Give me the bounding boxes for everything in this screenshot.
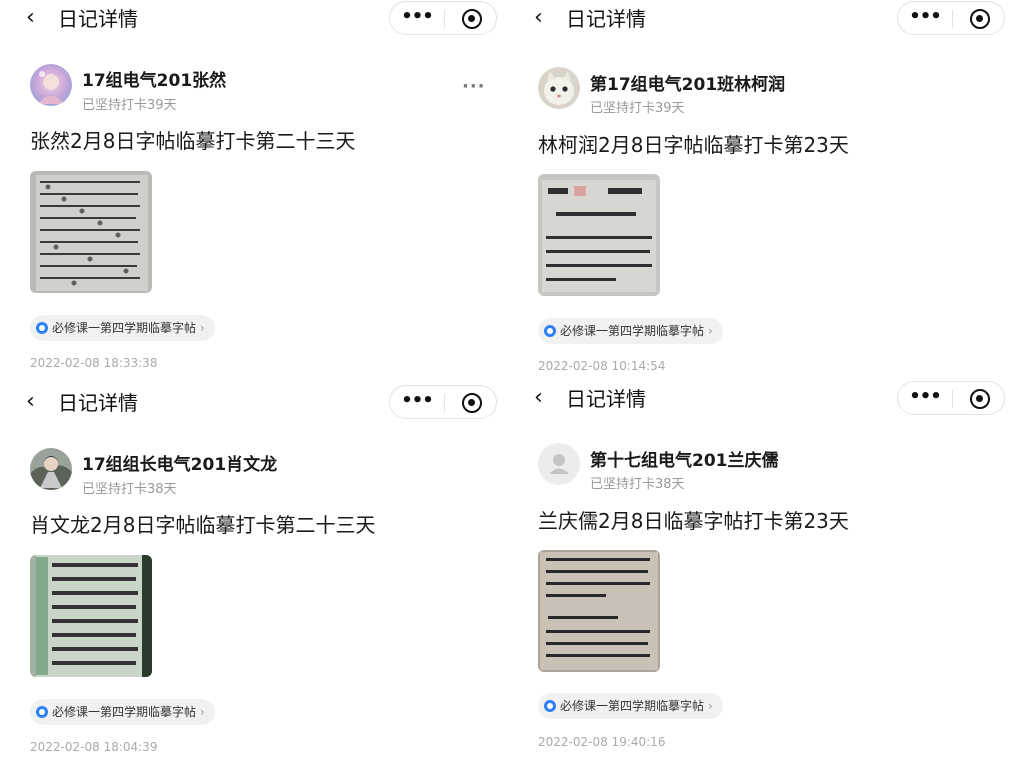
avatar[interactable] [538, 67, 580, 109]
course-tag[interactable]: 必修课一第四学期临摹字帖 › [538, 318, 723, 344]
close-target-icon[interactable] [970, 9, 990, 29]
close-target-icon[interactable] [970, 389, 990, 409]
course-tag-label: 必修课一第四学期临摹字帖 [560, 324, 705, 338]
post-timestamp: 2022-02-08 19:40:16 [538, 735, 666, 749]
close-target-icon[interactable] [462, 9, 482, 29]
streak-text: 已坚持打卡39天 [590, 101, 685, 116]
mini-program-capsule: ••• [897, 1, 1005, 35]
back-icon[interactable]: ‹ [26, 391, 35, 413]
chevron-right-icon: › [708, 699, 713, 713]
post-timestamp: 2022-02-08 18:33:38 [30, 356, 158, 370]
more-icon[interactable]: ••• [390, 2, 444, 34]
diary-panel-3: ‹ 日记详情 ••• 17组组长电气201肖文龙 已坚持打卡38天 肖文龙2月8… [0, 384, 507, 768]
more-icon[interactable]: ••• [390, 386, 444, 418]
more-icon[interactable]: ••• [898, 2, 952, 34]
close-target-icon[interactable] [462, 393, 482, 413]
author-name[interactable]: 第十七组电气201兰庆儒 [590, 446, 779, 471]
course-icon [36, 705, 48, 718]
nav-bar: ‹ 日记详情 ••• [508, 0, 1015, 40]
post-more-icon[interactable]: ··· [462, 76, 486, 97]
streak-text: 已坚持打卡38天 [82, 482, 177, 497]
page-title: 日记详情 [566, 387, 646, 411]
chevron-right-icon: › [200, 705, 205, 719]
author-name[interactable]: 第17组电气201班林柯润 [590, 70, 785, 95]
post-text: 张然2月8日字帖临摹打卡第二十三天 [30, 129, 356, 153]
back-icon[interactable]: ‹ [534, 7, 543, 29]
post-text: 肖文龙2月8日字帖临摹打卡第二十三天 [30, 513, 376, 537]
chevron-right-icon: › [708, 324, 713, 338]
calligraphy-photo[interactable] [538, 550, 660, 672]
post-timestamp: 2022-02-08 18:04:39 [30, 740, 158, 754]
author-name[interactable]: 17组电气201张然 [82, 66, 226, 91]
calligraphy-photo[interactable] [538, 174, 660, 296]
avatar[interactable] [30, 448, 72, 490]
author-name[interactable]: 17组组长电气201肖文龙 [82, 450, 277, 475]
course-icon [544, 324, 556, 337]
course-tag[interactable]: 必修课一第四学期临摹字帖 › [30, 699, 215, 725]
more-icon[interactable]: ••• [898, 382, 952, 414]
diary-panel-2: ‹ 日记详情 ••• 第17组电气201班林柯润 已坚持打卡39天 林柯润2月8… [508, 0, 1015, 384]
course-tag[interactable]: 必修课一第四学期临摹字帖 › [30, 315, 215, 341]
back-icon[interactable]: ‹ [26, 7, 35, 29]
mini-program-capsule: ••• [897, 381, 1005, 415]
course-icon [544, 699, 556, 712]
capsule-divider [444, 10, 445, 28]
capsule-divider [952, 390, 953, 408]
calligraphy-photo[interactable] [30, 555, 152, 677]
post-text: 林柯润2月8日字帖临摹打卡第23天 [538, 133, 849, 157]
avatar[interactable] [538, 443, 580, 485]
course-tag-label: 必修课一第四学期临摹字帖 [560, 699, 705, 713]
capsule-divider [444, 394, 445, 412]
avatar[interactable] [30, 64, 72, 106]
calligraphy-photo[interactable] [30, 171, 152, 293]
chevron-right-icon: › [200, 321, 205, 335]
post-timestamp: 2022-02-08 10:14:54 [538, 359, 666, 373]
course-tag-label: 必修课一第四学期临摹字帖 [52, 321, 197, 335]
course-tag[interactable]: 必修课一第四学期临摹字帖 › [538, 693, 723, 719]
page-title: 日记详情 [58, 7, 138, 31]
mini-program-capsule: ••• [389, 385, 497, 419]
mini-program-capsule: ••• [389, 1, 497, 35]
streak-text: 已坚持打卡38天 [590, 477, 685, 492]
back-icon[interactable]: ‹ [534, 387, 543, 409]
page-title: 日记详情 [58, 391, 138, 415]
streak-text: 已坚持打卡39天 [82, 98, 177, 113]
course-tag-label: 必修课一第四学期临摹字帖 [52, 705, 197, 719]
course-icon [36, 321, 48, 334]
diary-panel-4: ‹ 日记详情 ••• 第十七组电气201兰庆儒 已坚持打卡38天 兰庆儒2月8日… [508, 380, 1015, 764]
nav-bar: ‹ 日记详情 ••• [0, 0, 507, 40]
capsule-divider [952, 10, 953, 28]
page-title: 日记详情 [566, 7, 646, 31]
nav-bar: ‹ 日记详情 ••• [508, 380, 1015, 420]
nav-bar: ‹ 日记详情 ••• [0, 384, 507, 424]
post-text: 兰庆儒2月8日临摹字帖打卡第23天 [538, 509, 849, 533]
diary-panel-1: ‹ 日记详情 ••• 17组电气201张然 已坚持打卡39天 ··· 张然2月8… [0, 0, 507, 384]
